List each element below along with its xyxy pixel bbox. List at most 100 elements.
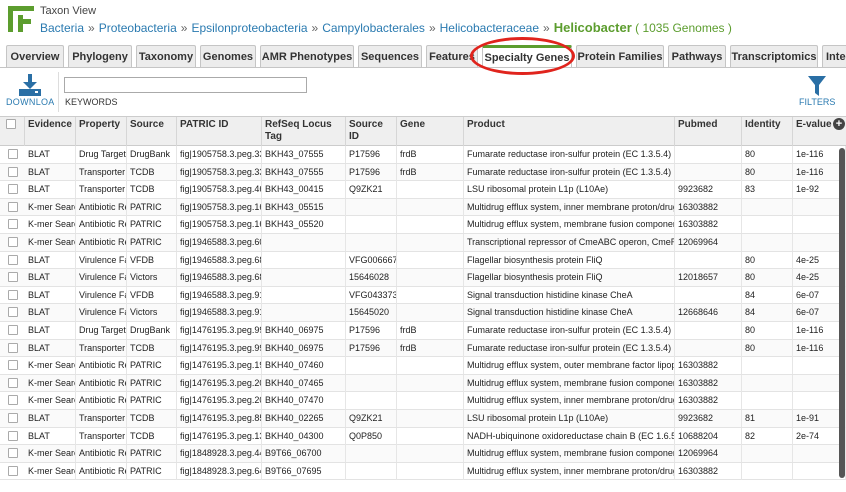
breadcrumb-item-bacteria[interactable]: Bacteria	[40, 21, 84, 35]
row-checkbox[interactable]	[8, 465, 18, 476]
row-checkbox[interactable]	[8, 201, 18, 212]
tab-pathways[interactable]: Pathways	[668, 45, 726, 68]
tab-transcriptomics[interactable]: Transcriptomics	[730, 45, 818, 68]
breadcrumb-item-helicobacteraceae[interactable]: Helicobacteraceae	[440, 21, 539, 35]
col-header-source[interactable]: Source	[127, 117, 177, 146]
table-row[interactable]: K-mer SearchAntibiotic RePATRICfig|19057…	[0, 216, 846, 234]
tab-features[interactable]: Features	[426, 45, 478, 68]
cell-product: Fumarate reductase iron-sulfur protein (…	[464, 322, 675, 339]
breadcrumb-item-campylobacterales[interactable]: Campylobacterales	[322, 21, 425, 35]
grid-header: Evidence Property Source PATRIC ID RefSe…	[0, 116, 846, 146]
filters-button-label[interactable]: FILTERS	[799, 97, 835, 107]
row-checkbox[interactable]	[8, 289, 18, 300]
cell-identity: 82	[742, 427, 793, 445]
download-button-label[interactable]: DOWNLOA	[6, 97, 54, 107]
filter-funnel-icon[interactable]	[808, 76, 826, 96]
cell-property: Transporter	[76, 163, 127, 181]
row-checkbox[interactable]	[8, 325, 18, 335]
row-checkbox[interactable]	[8, 166, 18, 177]
cell-product: Multidrug efflux system, membrane fusion…	[464, 374, 675, 392]
row-checkbox[interactable]	[8, 184, 18, 195]
cell-patric-id: fig|1905758.3.peg.16	[177, 198, 262, 216]
tab-overview[interactable]: Overview	[6, 45, 64, 68]
table-row[interactable]: K-mer SearchAntibiotic RePATRICfig|14761…	[0, 357, 846, 375]
table-row[interactable]: BLAT Drug Target DrugBank fig|1476195.3.peg…	[0, 322, 846, 340]
row-checkbox[interactable]	[8, 413, 18, 423]
cell-property: Virulence Fa	[76, 251, 127, 269]
cell-source: PATRIC	[127, 216, 177, 234]
tab-taxonomy[interactable]: Taxonomy	[136, 45, 196, 68]
grid-scrollbar[interactable]	[839, 148, 845, 478]
table-row[interactable]: K-mer SearchAntibiotic RePATRICfig|19057…	[0, 198, 846, 217]
row-checkbox[interactable]	[8, 219, 18, 230]
cell-pubmed: 16303882	[675, 462, 742, 480]
tab-phylogeny[interactable]: Phylogeny	[68, 45, 132, 68]
row-checkbox[interactable]	[8, 377, 18, 388]
cell-product: LSU ribosomal protein L1p (L10Ae)	[464, 410, 675, 427]
table-row[interactable]: BLAT Transporter TCDB fig|1905758.3.peg.46 B…	[0, 181, 846, 199]
table-row[interactable]: BLAT Transporter TCDB fig|1476195.3.peg.13 B…	[0, 427, 846, 446]
cell-pubmed: 12018657	[675, 269, 742, 287]
table-row[interactable]: K-mer SearchAntibiotic RePATRICfig|18489…	[0, 462, 846, 481]
row-checkbox[interactable]	[8, 149, 18, 159]
col-header-source-id[interactable]: Source ID	[346, 117, 397, 146]
cell-pubmed	[675, 286, 742, 304]
breadcrumb-item-proteobacteria[interactable]: Proteobacteria	[99, 21, 177, 35]
tab-interactions[interactable]: Intera	[822, 45, 846, 68]
row-checkbox[interactable]	[8, 237, 18, 247]
table-row[interactable]: K-mer SearchAntibiotic RePATRICfig|14761…	[0, 392, 846, 410]
cell-gene	[397, 410, 464, 427]
table-row[interactable]: BLAT Virulence Fa Victors fig|1946588.3.peg…	[0, 304, 846, 322]
cell-source-id: P17596	[346, 146, 397, 163]
cell-source: PATRIC	[127, 234, 177, 251]
row-checkbox[interactable]	[8, 395, 18, 406]
cell-property: Transporter	[76, 410, 127, 427]
table-row[interactable]: K-mer SearchAntibiotic RePATRICfig|19465…	[0, 234, 846, 252]
row-checkbox[interactable]	[8, 448, 18, 459]
row-checkbox[interactable]	[8, 342, 18, 353]
tab-bar: Overview Phylogeny Taxonomy Genomes AMR …	[6, 45, 846, 68]
cell-pubmed: 16303882	[675, 392, 742, 410]
tab-amr-phenotypes[interactable]: AMR Phenotypes	[260, 45, 354, 68]
tab-genomes[interactable]: Genomes	[200, 45, 256, 68]
tab-specialty-genes[interactable]: Specialty Genes	[482, 45, 572, 68]
cell-source: VFDB	[127, 286, 177, 304]
cell-refseq-locus-tag: BKH43_07555	[262, 163, 346, 181]
tab-protein-families[interactable]: Protein Families	[576, 45, 664, 68]
col-header-refseq-locus-tag[interactable]: RefSeq Locus Tag	[262, 117, 346, 146]
table-row[interactable]: BLAT Virulence Fa Victors fig|1946588.3.peg…	[0, 269, 846, 287]
table-row[interactable]: BLAT Transporter TCDB fig|1905758.3.peg.33 B…	[0, 163, 846, 182]
tab-sequences[interactable]: Sequences	[358, 45, 422, 68]
cell-patric-id: fig|1946588.3.peg.91	[177, 286, 262, 304]
row-checkbox[interactable]	[8, 307, 18, 318]
col-header-property[interactable]: Property	[76, 117, 127, 146]
row-checkbox[interactable]	[8, 254, 18, 265]
col-header-patric-id[interactable]: PATRIC ID	[177, 117, 262, 146]
download-icon[interactable]	[18, 74, 42, 96]
keywords-search-input[interactable]	[64, 77, 307, 93]
cell-product: Multidrug efflux system, membrane fusion…	[464, 216, 675, 234]
table-row[interactable]: BLAT Transporter TCDB fig|1476195.3.peg.99 B…	[0, 339, 846, 358]
cell-pubmed: 16303882	[675, 357, 742, 375]
breadcrumb-item-epsilonproteobacteria[interactable]: Epsilonproteobacteria	[191, 21, 307, 35]
table-row[interactable]: BLAT Drug Target DrugBank fig|1905758.3.peg…	[0, 146, 846, 164]
col-header-pubmed[interactable]: Pubmed	[675, 117, 742, 146]
table-row[interactable]: K-mer SearchAntibiotic RePATRICfig|14761…	[0, 374, 846, 393]
cell-source: VFDB	[127, 251, 177, 269]
add-column-icon[interactable]: +	[833, 118, 845, 130]
cell-gene	[397, 427, 464, 445]
table-row[interactable]: BLAT Virulence Fa VFDB fig|1946588.3.peg.68…	[0, 251, 846, 270]
row-checkbox[interactable]	[8, 430, 18, 441]
col-header-identity[interactable]: Identity	[742, 117, 793, 146]
table-row[interactable]: BLAT Transporter TCDB fig|1476195.3.peg.85 B…	[0, 410, 846, 428]
row-checkbox[interactable]	[8, 272, 18, 283]
col-header-product[interactable]: Product	[464, 117, 675, 146]
cell-identity: 80	[742, 251, 793, 269]
table-row[interactable]: K-mer SearchAntibiotic RePATRICfig|18489…	[0, 445, 846, 463]
col-header-gene[interactable]: Gene	[397, 117, 464, 146]
view-title: Taxon View	[40, 5, 97, 17]
col-header-evidence[interactable]: Evidence	[25, 117, 76, 146]
table-row[interactable]: BLAT Virulence Fa VFDB fig|1946588.3.peg.91…	[0, 286, 846, 305]
select-all-checkbox[interactable]	[6, 119, 16, 129]
row-checkbox[interactable]	[8, 360, 18, 371]
